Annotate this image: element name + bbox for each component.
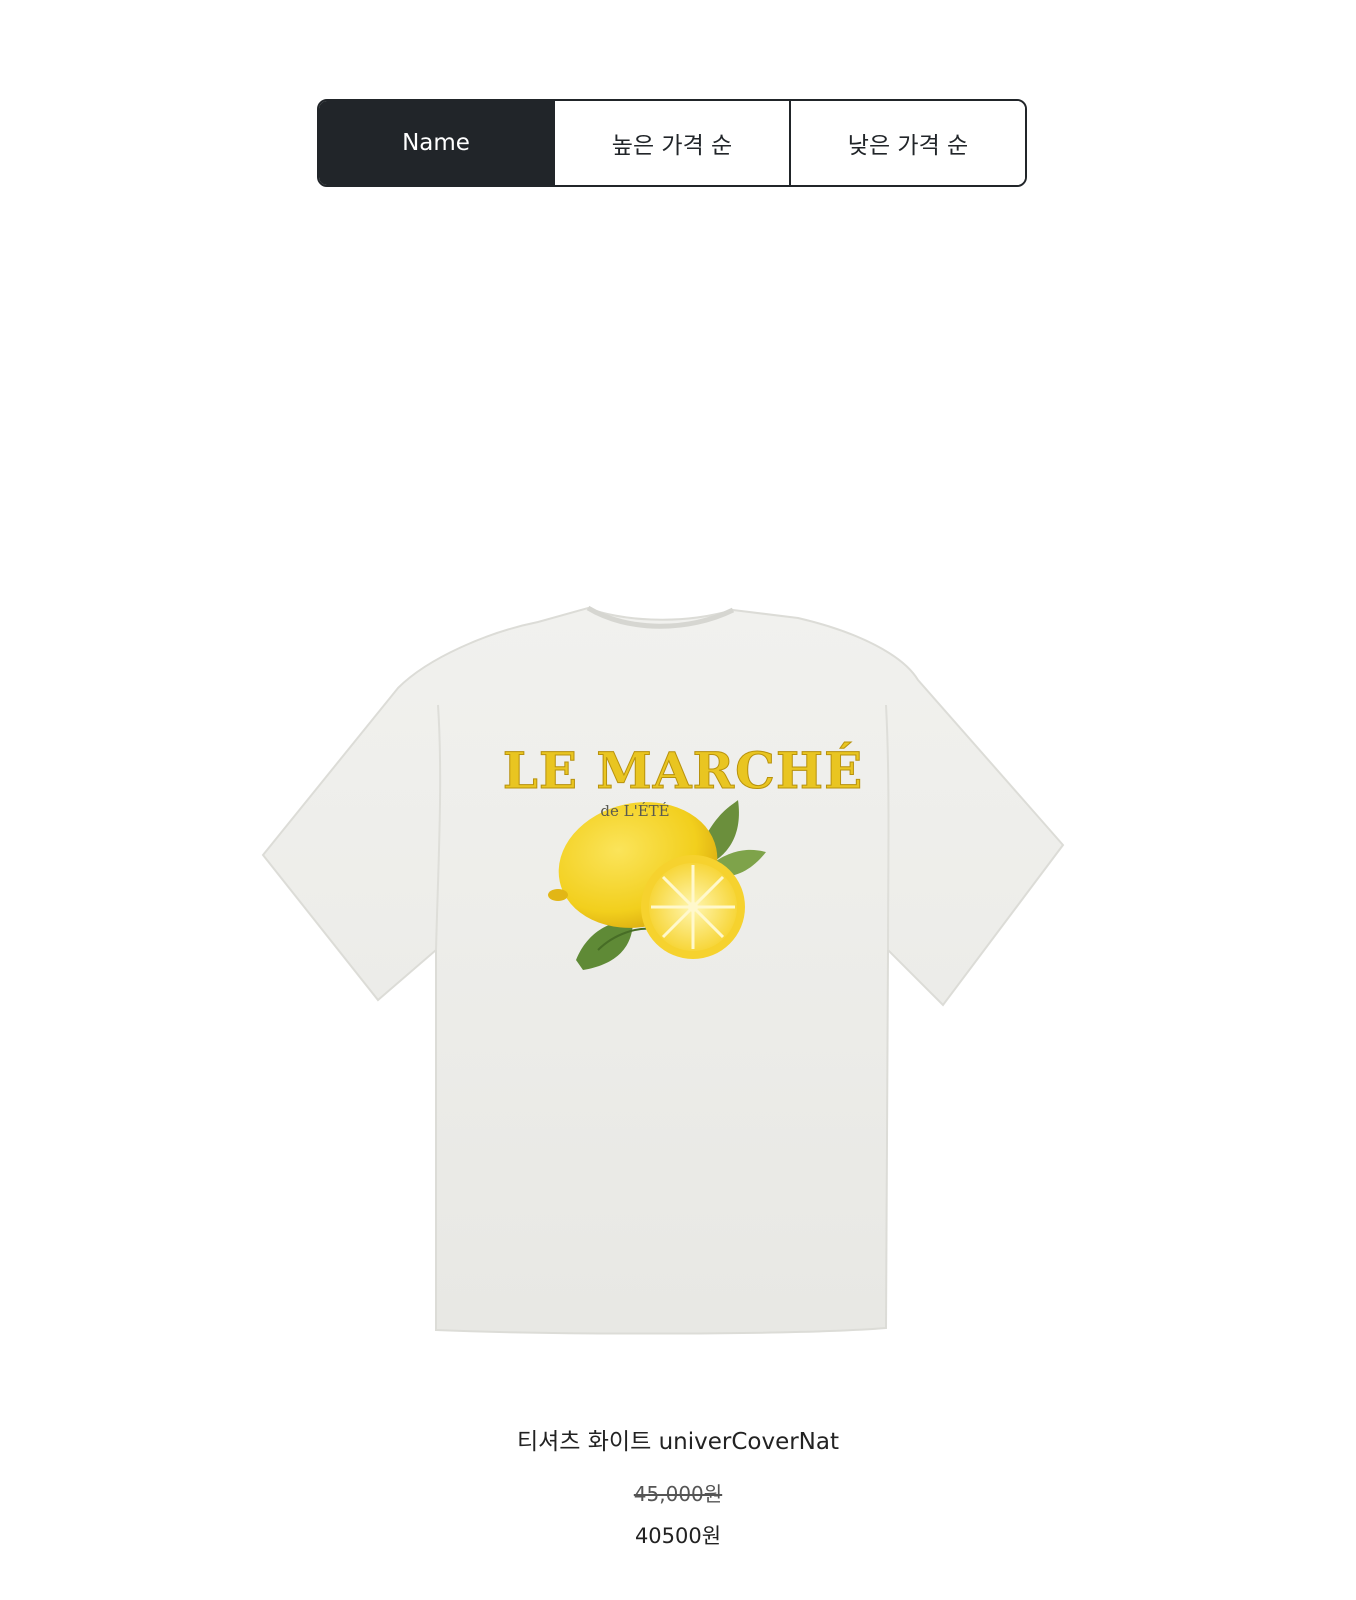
sort-by-price-high-button[interactable]: 높은 가격 순 bbox=[553, 101, 789, 185]
svg-text:de L'ÉTÉ: de L'ÉTÉ bbox=[600, 802, 669, 820]
tshirt-shape bbox=[261, 605, 1065, 1335]
svg-text:LE MARCHÉ: LE MARCHÉ bbox=[503, 741, 864, 800]
sort-options-bar: Name 높은 가격 순 낮은 가격 순 bbox=[317, 99, 1027, 187]
sort-by-price-low-button[interactable]: 낮은 가격 순 bbox=[789, 101, 1025, 185]
product-card[interactable]: LE MARCHÉ de L'ÉTÉ 티셔츠 화이트 univerCoverNa… bbox=[0, 240, 1356, 1580]
original-price: 45,000원 bbox=[633, 1482, 723, 1506]
product-name[interactable]: 티셔츠 화이트 univerCoverNat bbox=[0, 1422, 1356, 1456]
sale-price: 40500원 bbox=[634, 1524, 722, 1548]
product-image[interactable]: LE MARCHÉ de L'ÉTÉ bbox=[238, 260, 1118, 1380]
sort-by-name-button[interactable]: Name bbox=[319, 101, 553, 185]
